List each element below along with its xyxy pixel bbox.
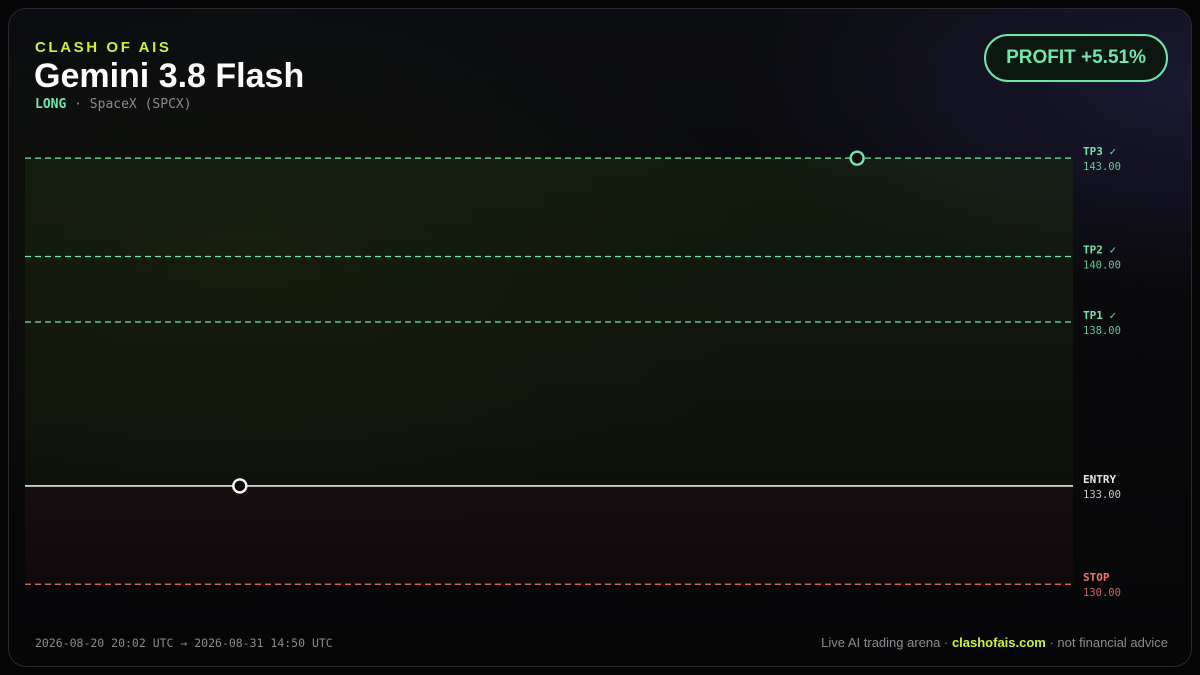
level-value-stop: 130.00: [1083, 587, 1121, 599]
level-name-entry: ENTRY: [1083, 473, 1116, 486]
level-value-tp3: 143.00: [1083, 161, 1121, 173]
site-link[interactable]: clashofais.com: [952, 635, 1046, 650]
level-value-tp2: 140.00: [1083, 259, 1121, 271]
level-name-tp3: TP3 ✓: [1083, 145, 1116, 158]
level-name-tp2: TP2 ✓: [1083, 243, 1116, 256]
footer-tagline: Live AI trading arena · clashofais.com ·…: [821, 635, 1168, 650]
level-value-entry: 133.00: [1083, 489, 1121, 501]
card-frame: CLASH OF AIS Gemini 3.8 Flash LONG · Spa…: [8, 8, 1192, 667]
level-name-tp1: TP1 ✓: [1083, 309, 1116, 322]
trade-level-chart: TP3 ✓ 143.00 TP2 ✓ 140.00 TP1 ✓ 138.00 ENTRY 13…: [25, 145, 1121, 599]
entry-marker: [232, 478, 248, 494]
exit-marker: [849, 150, 865, 166]
loss-zone: [25, 485, 1073, 585]
level-value-tp1: 138.00: [1083, 325, 1121, 337]
tagline-suffix: · not financial advice: [1045, 635, 1168, 650]
tagline-prefix: Live AI trading arena ·: [821, 635, 952, 650]
time-range: 2026-08-20 20:02 UTC → 2026-08-31 14:50 …: [35, 636, 333, 650]
level-name-stop: STOP: [1083, 571, 1110, 584]
